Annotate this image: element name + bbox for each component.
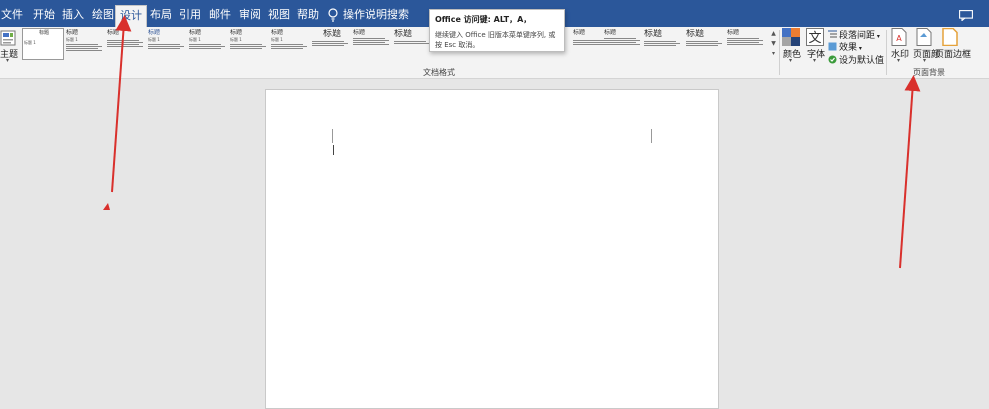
style-thumb-15[interactable]: 标题: [727, 29, 767, 61]
set-default-button[interactable]: 设为默认值: [828, 53, 884, 66]
svg-text:文: 文: [808, 31, 821, 46]
style-thumb-5[interactable]: 标题 标题 1: [189, 29, 229, 61]
chevron-down-icon: ▾: [923, 57, 927, 64]
style-thumb-12[interactable]: 标题: [604, 29, 644, 61]
ribbon-divider: [886, 30, 887, 75]
page-borders-icon[interactable]: [942, 28, 958, 46]
tab-insert[interactable]: 插入: [62, 6, 84, 26]
watermark-icon[interactable]: A: [891, 28, 907, 46]
chevron-down-icon: ▾: [6, 57, 10, 64]
style-thumb-14[interactable]: 标题: [686, 29, 726, 61]
style-thumb-10[interactable]: 标题: [394, 29, 434, 61]
lightbulb-icon[interactable]: [327, 8, 339, 22]
chevron-down-icon: ▾: [813, 57, 817, 64]
tab-file[interactable]: 文件: [1, 6, 23, 26]
style-thumb-3[interactable]: 标题: [107, 29, 147, 61]
colors-icon[interactable]: [782, 28, 800, 46]
tooltip-body: 继续键入 Office 旧版本菜单键序列, 或按 Esc 取消。: [435, 31, 556, 49]
page-color-icon[interactable]: [916, 28, 932, 46]
chevron-down-icon: ▾: [897, 57, 901, 64]
margin-corner-mark: [332, 129, 333, 143]
ribbon-divider: [779, 30, 780, 75]
tab-mailings[interactable]: 邮件: [209, 6, 231, 26]
fonts-icon[interactable]: 文: [806, 28, 824, 46]
tab-draw[interactable]: 绘图: [92, 6, 114, 26]
style-thumb-6[interactable]: 标题 标题 1: [230, 29, 270, 61]
tab-help[interactable]: 帮助: [297, 6, 319, 26]
effects-button[interactable]: 效果 ▾: [828, 40, 862, 53]
page-background-group-label: 页面背景: [913, 68, 945, 77]
tab-review[interactable]: 审阅: [239, 6, 261, 26]
style-thumb-9[interactable]: 标题: [353, 29, 393, 61]
tooltip-title: Office 访问键: ALT，A，: [435, 15, 532, 24]
styles-group-label: 文档格式: [423, 68, 455, 77]
style-thumb-13[interactable]: 标题: [644, 29, 684, 61]
chevron-down-icon: ▾: [789, 57, 793, 64]
style-thumb-8[interactable]: 标题: [312, 29, 352, 61]
set-default-label: 设为默认值: [839, 56, 885, 66]
comment-icon[interactable]: [959, 10, 973, 21]
annotation-arrow-tick: [103, 203, 110, 210]
style-thumb-4[interactable]: 标题 标题 1: [148, 29, 188, 61]
tab-layout[interactable]: 布局: [150, 6, 172, 26]
gallery-scroll-arrows[interactable]: ▲ ▼ ▾: [769, 29, 778, 61]
tab-home[interactable]: 开始: [33, 6, 55, 26]
themes-icon[interactable]: [0, 30, 16, 46]
tell-me-search[interactable]: 操作说明搜索: [343, 6, 409, 26]
svg-text:A: A: [896, 34, 902, 43]
effects-label: 效果: [839, 43, 858, 53]
margin-corner-mark: [651, 129, 652, 143]
tab-design[interactable]: 设计: [115, 5, 147, 27]
page-borders-label[interactable]: 页面边框: [935, 47, 971, 60]
access-key-tooltip: Office 访问键: ALT，A， 继续键入 Office 旧版本菜单键序列,…: [429, 9, 565, 52]
tab-view[interactable]: 视图: [268, 6, 290, 26]
annotation-arrow: [899, 75, 921, 269]
style-thumb-7[interactable]: 标题 标题 1: [271, 29, 311, 61]
effects-icon: [828, 42, 837, 51]
style-thumb-1[interactable]: 标题 标题 1: [24, 29, 64, 61]
paragraph-spacing-icon: [828, 30, 837, 38]
tab-references[interactable]: 引用: [179, 6, 201, 26]
checkmark-icon: [828, 55, 837, 64]
text-cursor: [333, 145, 334, 155]
style-thumb-2[interactable]: 标题 标题 1: [66, 29, 106, 61]
